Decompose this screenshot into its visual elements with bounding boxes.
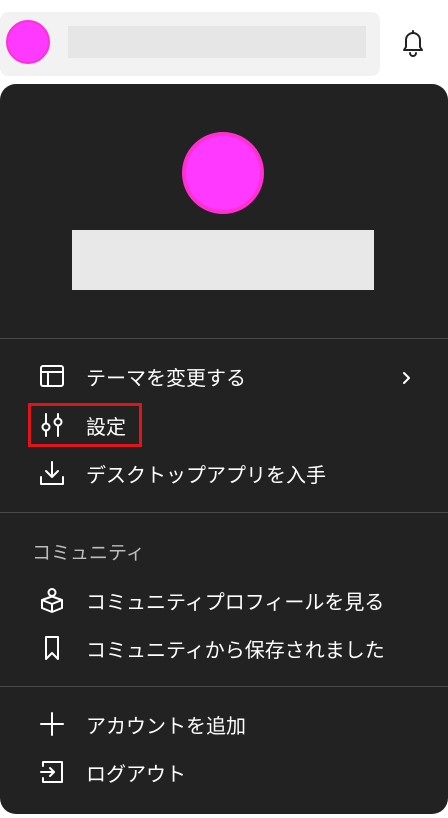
account-bar[interactable] bbox=[0, 12, 380, 76]
download-icon bbox=[40, 461, 64, 485]
menu-item-logout[interactable]: ログアウト bbox=[30, 752, 186, 792]
divider bbox=[0, 338, 448, 339]
menu-item-label: テーマを変更する bbox=[86, 365, 246, 390]
menu-item-community-saved[interactable]: コミュニティから保存されました bbox=[30, 628, 385, 668]
section-header-community: コミュニティ bbox=[32, 542, 145, 564]
menu-item-label: アカウントを追加 bbox=[86, 713, 246, 738]
account-menu: テーマを変更する 設定 デスクトップアプリを入手 コミュニティ コミュニティプロ… bbox=[0, 84, 448, 814]
profile-name-placeholder bbox=[72, 230, 374, 290]
menu-item-label: ログアウト bbox=[86, 761, 186, 786]
menu-item-settings[interactable]: 設定 bbox=[30, 405, 126, 445]
menu-item-label: コミュニティから保存されました bbox=[86, 637, 385, 662]
avatar[interactable] bbox=[6, 20, 50, 64]
menu-item-label: 設定 bbox=[86, 414, 126, 439]
menu-item-label: コミュニティプロフィールを見る bbox=[86, 589, 385, 614]
divider bbox=[0, 686, 448, 687]
cube-person-icon bbox=[41, 588, 63, 613]
account-name-placeholder bbox=[68, 26, 366, 58]
divider bbox=[0, 512, 448, 513]
plus-icon bbox=[40, 712, 64, 736]
logout-icon bbox=[40, 761, 63, 783]
menu-item-theme[interactable]: テーマを変更する bbox=[30, 356, 246, 396]
menu-item-community-profile[interactable]: コミュニティプロフィールを見る bbox=[30, 580, 384, 620]
chevron-right-icon bbox=[403, 372, 410, 384]
menu-item-desktop-app[interactable]: デスクトップアプリを入手 bbox=[30, 453, 326, 493]
menu-item-label: デスクトップアプリを入手 bbox=[86, 462, 326, 487]
bookmark-icon bbox=[45, 636, 59, 660]
layout-icon bbox=[40, 365, 64, 387]
sliders-icon bbox=[41, 413, 63, 437]
bell-icon[interactable] bbox=[398, 28, 428, 60]
menu-item-add-account[interactable]: アカウントを追加 bbox=[30, 704, 246, 744]
profile-avatar bbox=[182, 132, 264, 214]
